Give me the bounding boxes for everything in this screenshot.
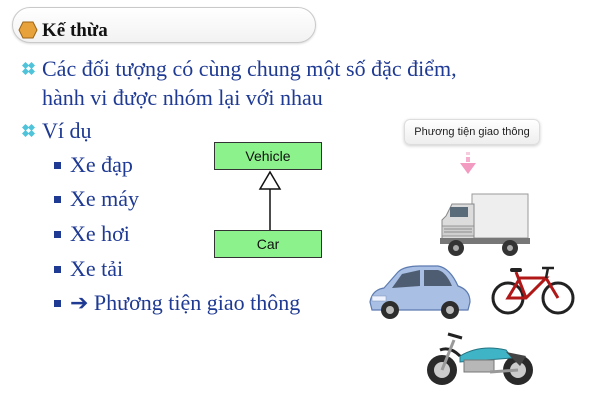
sub-item-vehicle-conclusion: ➔ Phương tiện giao thông [70, 290, 301, 315]
slide-title: Kế thừa [42, 20, 108, 41]
diamond-bullet-icon [22, 124, 35, 137]
uml-class-vehicle: Vehicle [214, 142, 322, 170]
square-bullet-icon [54, 231, 61, 238]
diamond-bullet-icon [22, 62, 35, 75]
bullet-1-line-1: Các đối tượng có cùng chung một số đặc đ… [42, 56, 457, 81]
sub-item-car: Xe hơi [70, 221, 130, 246]
hexagon-icon [18, 21, 38, 39]
truck-image [440, 193, 530, 256]
square-bullet-icon [54, 300, 61, 307]
sub-item-motorbike: Xe máy [70, 186, 140, 211]
down-arrow-icon [460, 152, 476, 174]
square-bullet-icon [54, 196, 61, 203]
square-bullet-icon [54, 162, 61, 169]
uml-class-car: Car [214, 230, 322, 258]
motorcycle-image [427, 332, 533, 385]
square-bullet-icon [54, 266, 61, 273]
sub-item-truck: Xe tải [70, 256, 124, 281]
bullet-2-text: Ví dụ [42, 118, 92, 143]
uml-inheritance-arrow [258, 170, 282, 230]
bullet-1-line-2: hành vi được nhóm lại với nhau [42, 85, 323, 110]
vehicle-caption: Phương tiện giao thông [404, 119, 540, 145]
bicycle-image [491, 266, 575, 315]
car-image [369, 265, 471, 319]
slide-title-bar: Kế thừa [12, 7, 316, 43]
sub-item-bicycle: Xe đạp [70, 152, 133, 177]
